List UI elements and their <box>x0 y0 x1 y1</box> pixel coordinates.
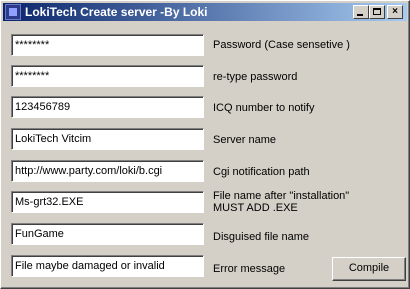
title-bar[interactable]: LokiTech Create server -By Loki × <box>3 3 407 21</box>
install-filename-label-line2: MUST ADD .EXE <box>213 202 298 214</box>
app-window: LokiTech Create server -By Loki × Passwo… <box>0 0 410 289</box>
compile-button[interactable]: Compile <box>332 257 406 281</box>
error-message-label: Error message <box>213 263 286 275</box>
cgi-path-label: Cgi notification path <box>213 166 310 178</box>
window-title: LokiTech Create server -By Loki <box>25 5 208 19</box>
icq-number-input[interactable] <box>14 99 200 115</box>
app-icon <box>5 4 21 20</box>
close-icon: × <box>392 6 398 17</box>
maximize-button[interactable] <box>369 5 385 19</box>
install-filename-label-line1: File name after "installation" <box>213 190 350 202</box>
retype-password-input[interactable] <box>14 68 200 84</box>
cgi-path-input[interactable] <box>14 163 200 179</box>
password-input[interactable] <box>14 37 200 53</box>
retype-password-field[interactable] <box>11 65 204 87</box>
close-button[interactable]: × <box>387 5 403 19</box>
minimize-button[interactable] <box>353 5 369 19</box>
password-field[interactable] <box>11 34 204 56</box>
icq-number-field[interactable] <box>11 96 204 118</box>
server-name-field[interactable] <box>11 128 204 150</box>
cgi-path-field[interactable] <box>11 160 204 182</box>
password-label: Password (Case sensetive ) <box>213 39 350 51</box>
error-message-field[interactable] <box>11 255 204 277</box>
server-name-input[interactable] <box>14 131 200 147</box>
icq-number-label: ICQ number to notify <box>213 102 315 114</box>
maximize-icon <box>373 8 381 15</box>
server-name-label: Server name <box>213 134 276 146</box>
install-filename-input[interactable] <box>14 194 200 210</box>
install-filename-field[interactable] <box>11 191 204 213</box>
disguised-filename-label: Disguised file name <box>213 231 309 243</box>
minimize-icon <box>357 14 363 16</box>
retype-password-label: re-type password <box>213 71 298 83</box>
error-message-input[interactable] <box>14 258 200 274</box>
disguised-filename-field[interactable] <box>11 223 204 245</box>
disguised-filename-input[interactable] <box>14 226 200 242</box>
